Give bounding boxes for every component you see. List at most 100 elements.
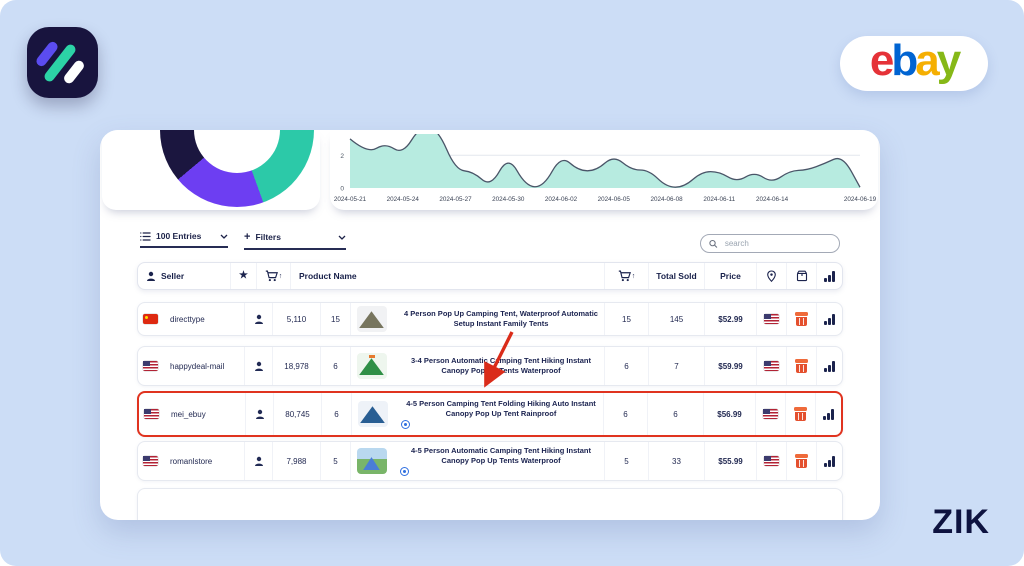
ebay-logo: e b a y: [840, 36, 988, 91]
table-header-row: Seller ★ ↑ Product Name ↑ Total Sold Pri…: [137, 262, 843, 290]
svg-text:2024-05-30: 2024-05-30: [492, 196, 525, 203]
price-value: $59.99: [704, 347, 756, 385]
search-box[interactable]: [700, 234, 840, 253]
search-input[interactable]: [723, 238, 831, 249]
star-icon[interactable]: ★: [239, 271, 248, 281]
sort-arrow-icon: ↑: [632, 273, 636, 280]
ebay-letter-a: a: [915, 36, 936, 86]
svg-text:2024-06-08: 2024-06-08: [650, 196, 683, 203]
product-thumbnail[interactable]: [357, 353, 387, 379]
bar-chart-icon[interactable]: [824, 361, 835, 372]
product-title[interactable]: 4 Person Pop Up Camping Tent, Waterproof…: [400, 309, 602, 329]
seller-name[interactable]: happydeal-mail: [170, 362, 224, 371]
svg-text:2024-05-24: 2024-05-24: [387, 196, 420, 203]
header-total-sold[interactable]: Total Sold: [648, 263, 704, 289]
sold-count: 15: [604, 303, 648, 335]
header-location-column[interactable]: [756, 263, 786, 289]
product-thumbnail[interactable]: [357, 448, 387, 474]
product-title[interactable]: 4-5 Person Automatic Camping Tent Hiking…: [400, 446, 602, 466]
seller-name[interactable]: mei_ebuy: [171, 410, 206, 419]
seller-feedback: 18,978: [272, 347, 320, 385]
search-icon: [709, 239, 718, 249]
seller-name[interactable]: romanlstore: [170, 457, 212, 466]
filters-dropdown[interactable]: + Filters: [244, 231, 346, 250]
table-row[interactable]: happydeal-mail 18,978 6 3-4 Person Autom…: [137, 346, 843, 386]
supplier-box-icon[interactable]: [794, 407, 807, 421]
seller-feedback: 80,745: [273, 393, 321, 435]
list-icon: [140, 232, 151, 241]
price-value: $55.99: [704, 442, 756, 480]
product-thumbnail[interactable]: [358, 401, 388, 427]
product-thumbnail[interactable]: [357, 306, 387, 332]
user-icon: [146, 271, 156, 281]
user-icon: [254, 456, 264, 466]
header-seller-label: Seller: [161, 271, 184, 281]
package-icon: [796, 270, 808, 282]
supplier-box-icon[interactable]: [795, 359, 808, 373]
chevron-down-icon: [338, 235, 346, 240]
supplier-box-icon[interactable]: [795, 454, 808, 468]
user-icon: [255, 409, 265, 419]
table-row[interactable]: directtype 5,110 15 4 Person Pop Up Camp…: [137, 302, 843, 336]
bar-chart-icon[interactable]: [823, 409, 834, 420]
svg-text:2024-06-14: 2024-06-14: [756, 196, 789, 203]
total-sold-count: 7: [648, 347, 704, 385]
seller-feedback: 7,988: [272, 442, 320, 480]
sort-arrow-icon: ↑: [279, 273, 283, 280]
top-rated-badge-icon: [400, 467, 409, 476]
header-price[interactable]: Price: [704, 263, 756, 289]
item-location-flag: [764, 456, 779, 466]
ebay-letter-e: e: [870, 36, 891, 86]
top-rated-badge-icon: [401, 420, 410, 429]
svg-text:2024-06-05: 2024-06-05: [598, 196, 631, 203]
seller-listings: 6: [321, 393, 351, 435]
header-analytics-column[interactable]: [816, 263, 842, 289]
table-row[interactable]: romanlstore 7,988 5 4-5 Person Automatic…: [137, 441, 843, 481]
product-title[interactable]: 3-4 Person Automatic Camping Tent Hiking…: [400, 356, 602, 376]
header-price-label: Price: [720, 271, 741, 281]
table-row-highlighted[interactable]: mei_ebuy 80,745 6 4-5 Person Camping Ten…: [137, 391, 843, 437]
header-product-name[interactable]: Product Name: [290, 263, 604, 289]
entries-label: 100 Entries: [156, 231, 201, 241]
chevron-down-icon: [220, 234, 228, 239]
item-location-flag: [764, 361, 779, 371]
sold-count: 6: [603, 393, 647, 435]
seller-listings: 6: [320, 347, 350, 385]
total-sold-count: 145: [648, 303, 704, 335]
seller-name[interactable]: directtype: [170, 315, 205, 324]
svg-text:2024-06-02: 2024-06-02: [545, 196, 578, 203]
header-seller[interactable]: Seller: [138, 263, 230, 289]
sales-chart-card: 202024-05-212024-05-242024-05-272024-05-…: [330, 130, 878, 210]
dashboard-card: 202024-05-212024-05-242024-05-272024-05-…: [100, 130, 880, 520]
header-sold-sort-2[interactable]: ↑: [604, 263, 648, 289]
plus-icon: +: [244, 231, 250, 243]
entries-dropdown[interactable]: 100 Entries: [140, 231, 228, 248]
svg-text:2024-05-21: 2024-05-21: [334, 196, 367, 203]
seller-listings: 15: [320, 303, 350, 335]
svg-text:2024-06-11: 2024-06-11: [703, 196, 735, 203]
price-value: $56.99: [703, 393, 755, 435]
seller-country-flag: [143, 314, 158, 324]
header-product-name-label: Product Name: [299, 271, 357, 281]
item-location-flag: [764, 314, 779, 324]
table-row-partial[interactable]: [137, 488, 843, 520]
seller-country-flag: [144, 409, 159, 419]
zik-logo: [27, 27, 98, 98]
seller-country-flag: [143, 456, 158, 466]
location-pin-icon: [766, 270, 777, 283]
bar-chart-icon: [824, 271, 835, 282]
cart-icon: [265, 270, 278, 282]
svg-text:2: 2: [340, 153, 344, 160]
donut-chart-card: [102, 130, 320, 210]
ebay-letter-b: b: [891, 36, 915, 86]
bar-chart-icon[interactable]: [824, 456, 835, 467]
sold-count: 6: [604, 347, 648, 385]
header-sold-sort[interactable]: ↑: [256, 263, 290, 289]
user-icon: [254, 314, 264, 324]
header-shipping-column[interactable]: [786, 263, 816, 289]
supplier-box-icon[interactable]: [795, 312, 808, 326]
zik-wordmark: ZIK: [932, 503, 990, 542]
bar-chart-icon[interactable]: [824, 314, 835, 325]
product-title[interactable]: 4-5 Person Camping Tent Folding Hiking A…: [401, 399, 601, 419]
total-sold-count: 6: [647, 393, 703, 435]
